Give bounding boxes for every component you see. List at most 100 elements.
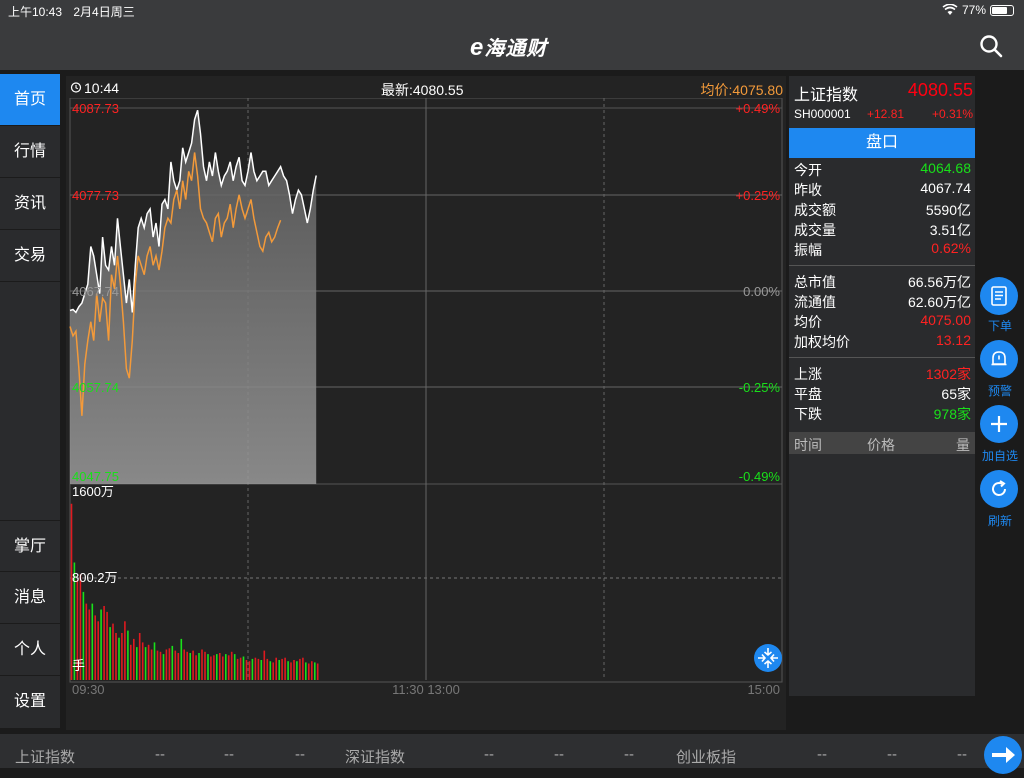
index-price: 4080.55 (907, 80, 973, 100)
ticker-chinext-pct: -- (957, 746, 967, 763)
ticker-shenzhen-pct: -- (624, 746, 634, 763)
stat-value: 4075.00 (920, 312, 971, 328)
stat-value: 13.12 (935, 332, 971, 348)
pct-tick-label: -0.25% (739, 380, 781, 395)
order-button[interactable] (980, 277, 1018, 315)
ticker-shanghai-pct: -- (295, 746, 305, 763)
sidebar-item-market[interactable]: 行情 (0, 126, 60, 178)
wifi-icon (942, 4, 958, 15)
time-tick-label: 09:30 (72, 682, 105, 697)
stat-value: 4064.68 (920, 160, 971, 176)
stat-value: 1302家 (925, 366, 971, 382)
sidebar-item-profile[interactable]: 个人 (0, 624, 60, 676)
index-name: 上证指数 (794, 87, 859, 104)
chart-header: 10:44 最新:4080.55 均价:4075.80 (66, 76, 786, 100)
arrow-right-icon (992, 747, 1015, 763)
ticker-shenzhen-name[interactable]: 深证指数 (345, 746, 405, 767)
status-bar: 上午10:43 2月4日周三 77% (0, 0, 1024, 20)
stat-value: 5590亿 (925, 202, 971, 218)
add-watchlist-label: 加自选 (981, 449, 1018, 463)
index-ticker-bar: 上证指数 -- -- -- 深证指数 -- -- -- 创业板指 -- -- -… (0, 734, 1024, 774)
divider (789, 265, 975, 266)
alert-button[interactable] (980, 340, 1018, 378)
pct-tick-label: +0.25% (736, 188, 781, 203)
ticker-shanghai-change: -- (224, 746, 234, 763)
ticker-shenzhen-price: -- (484, 746, 494, 763)
sidebar-item-messages[interactable]: 消息 (0, 572, 60, 624)
price-tick-label: 4067.74 (72, 284, 119, 299)
divider (789, 357, 975, 358)
chart-time: 10:44 (84, 80, 120, 96)
sidebar-item-home[interactable]: 首页 (0, 74, 60, 126)
stat-label: 均价 (794, 314, 822, 330)
time-tick-label: 11:30 13:00 (392, 682, 460, 697)
stat-value: 66.56万亿 (907, 274, 971, 290)
trade-col-price: 价格 (867, 437, 895, 453)
stat-label: 加权均价 (794, 334, 850, 350)
sidebar-item-settings[interactable]: 设置 (0, 676, 60, 728)
stat-row: 下跌 978家 (794, 404, 971, 424)
stat-label: 振幅 (794, 242, 822, 258)
ticker-chinext-price: -- (817, 746, 827, 763)
stat-label: 总市值 (794, 274, 836, 290)
stat-label: 流通值 (794, 294, 836, 310)
pct-tick-label: -0.49% (739, 469, 781, 484)
index-code: SH000001 (794, 107, 851, 121)
pct-tick-label: +0.49% (736, 101, 781, 116)
trade-col-qty: 量 (956, 437, 970, 453)
search-icon (980, 35, 1003, 58)
ticker-next-button[interactable] (984, 736, 1022, 774)
intraday-chart: 10:44 最新:4080.55 均价:4075.80 4087.73 4077.… (66, 76, 786, 730)
collapse-button[interactable] (754, 644, 782, 672)
pct-tick-label: 0.00% (743, 284, 780, 299)
ticker-shanghai-name[interactable]: 上证指数 (15, 746, 75, 767)
stat-label: 上涨 (794, 366, 822, 382)
stat-value: 0.62% (931, 240, 971, 256)
stat-label: 成交量 (794, 222, 836, 238)
price-tick-label: 4087.73 (72, 101, 119, 116)
stat-row: 均价 4075.00 (794, 312, 971, 332)
trade-col-time: 时间 (794, 437, 822, 453)
stat-value: 62.60万亿 (907, 294, 971, 310)
stat-value: 3.51亿 (929, 222, 971, 238)
add-watchlist-button[interactable] (980, 405, 1018, 443)
trade-list-header: 时间 价格 量 (789, 432, 975, 454)
battery-percent: 77% (961, 3, 986, 17)
sidebar-item-trade[interactable]: 交易 (0, 230, 60, 282)
stat-value: 4067.74 (920, 180, 971, 196)
order-button-label: 下单 (987, 319, 1012, 333)
app-header: e海通财 (0, 20, 1024, 70)
chart-latest-price: 最新:4080.55 (381, 82, 464, 98)
sidebar-item-hall[interactable]: 掌厅 (0, 520, 60, 572)
sidebar: 首页 行情 资讯 交易 掌厅 消息 个人 设置 (0, 74, 60, 728)
app-logo: e海通财 (470, 34, 548, 61)
stat-label: 下跌 (794, 406, 822, 422)
tab-order-book[interactable]: 盘口 (789, 128, 975, 158)
ticker-chinext-name[interactable]: 创业板指 (676, 746, 736, 767)
time-tick-label: 15:00 (747, 682, 780, 697)
chart-canvas: 4087.73 4077.73 4067.74 4057.74 4047.75 +0.49… (69, 98, 783, 697)
ticker-shenzhen-change: -- (554, 746, 564, 763)
stat-label: 昨收 (794, 182, 822, 198)
chart-avg-price: 均价:4075.80 (700, 82, 784, 98)
refresh-button[interactable] (980, 470, 1018, 508)
plus-icon (991, 416, 1007, 432)
price-tick-label: 4077.73 (72, 188, 119, 203)
ticker-shanghai-price: -- (155, 746, 165, 763)
refresh-button-label: 刷新 (987, 514, 1012, 528)
stat-row: 成交量 3.51亿 (794, 220, 971, 240)
price-tick-label: 4047.75 (72, 469, 119, 484)
battery-icon (990, 4, 1014, 16)
stat-row: 成交额 5590亿 (794, 200, 971, 220)
alert-button-label: 预警 (987, 384, 1012, 398)
search-button[interactable] (978, 33, 1004, 59)
volume-tick-label: 手 (72, 658, 85, 673)
sidebar-item-news[interactable]: 资讯 (0, 178, 60, 230)
stat-row: 总市值 66.56万亿 (794, 272, 971, 292)
stat-row: 今开 4064.68 (794, 160, 971, 180)
alarm-clock-icon (70, 80, 82, 96)
stat-label: 成交额 (794, 202, 836, 218)
stat-label: 今开 (794, 162, 822, 178)
index-change: +12.81 (867, 107, 905, 121)
stat-value: 978家 (933, 406, 971, 422)
